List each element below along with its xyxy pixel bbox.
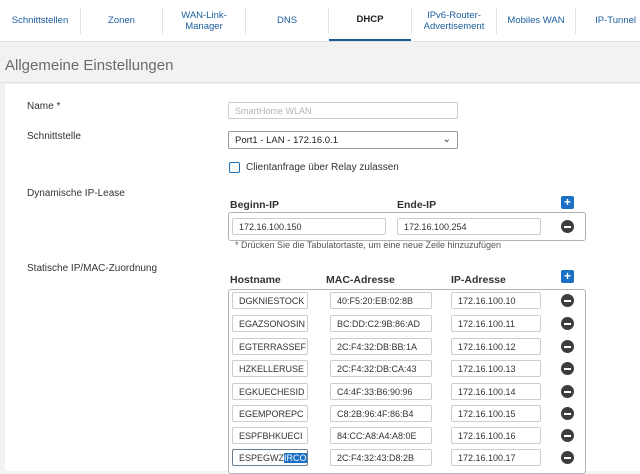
ip-input[interactable]: 172.16.100.12 [451, 338, 541, 355]
section-title: Allgemeine Einstellungen [5, 57, 174, 74]
tab-label: IP-Tunnel [595, 15, 636, 26]
tab-label: DHCP [356, 14, 384, 25]
tab-schnittstellen[interactable]: Schnittstellen [0, 0, 80, 41]
ip-input[interactable]: 172.16.100.14 [451, 383, 541, 400]
interface-select[interactable]: Port1 - LAN - 172.16.0.1 ⌄ [228, 131, 458, 149]
minus-circle-icon[interactable] [561, 220, 574, 233]
minus-circle-icon[interactable] [561, 362, 574, 375]
minus-circle-icon[interactable] [561, 317, 574, 330]
mac-input[interactable]: 84:CC:A8:A4:A8:0E [330, 427, 432, 444]
lease-label: Dynamische IP-Lease [27, 188, 125, 199]
mac-input[interactable]: 2C:F4:32:DB:CA:43 [330, 360, 432, 377]
tab-label: DNS [276, 15, 298, 26]
lease-end-input[interactable]: 172.16.100.254 [397, 218, 541, 235]
ip-input[interactable]: 172.16.100.16 [451, 427, 541, 444]
mac-input[interactable]: 40:F5:20:EB:02:8B [330, 292, 432, 309]
relay-checkbox[interactable] [229, 162, 240, 173]
section-divider [0, 82, 640, 83]
lease-hint: * Drücken Sie die Tabulatortaste, um ein… [235, 240, 502, 250]
minus-circle-icon[interactable] [561, 407, 574, 420]
hostname-input[interactable]: ESPFBHKUECI [232, 427, 308, 444]
tab-zonen[interactable]: Zonen [81, 0, 162, 41]
tab-bar: Schnittstellen Zonen WAN-Link- Manager D… [0, 0, 640, 42]
minus-circle-icon[interactable] [561, 451, 574, 464]
hostname-input[interactable]: EGAZSONOSIN [232, 315, 308, 332]
mac-header: MAC-Adresse [326, 274, 395, 286]
plus-icon[interactable]: + [561, 270, 574, 283]
plus-icon[interactable]: + [561, 196, 574, 209]
tab-dhcp[interactable]: DHCP [329, 0, 411, 41]
tab-dns[interactable]: DNS [246, 0, 328, 41]
tab-ipv6-router-advertisement[interactable]: IPv6-Router- Advertisement [412, 0, 496, 41]
ip-input[interactable]: 172.16.100.13 [451, 360, 541, 377]
hostname-input[interactable]: EGTERRASSEF [232, 338, 308, 355]
selected-text: IRCO [284, 453, 307, 463]
mac-input[interactable]: C8:2B:96:4F:86:B4 [330, 405, 432, 422]
hostname-input[interactable]: ESPEGWZIRCO [232, 449, 308, 466]
interface-label: Schnittstelle [27, 131, 81, 142]
hostname-text: ESPEGWZ [239, 453, 285, 463]
tab-wan-link-manager[interactable]: WAN-Link- Manager [163, 0, 245, 41]
ip-input[interactable]: 172.16.100.15 [451, 405, 541, 422]
tab-mobiles-wan[interactable]: Mobiles WAN [497, 0, 575, 41]
name-label: Name * [27, 101, 61, 112]
hostname-input[interactable]: EGKUECHESID [232, 383, 308, 400]
tab-label: Schnittstellen [11, 15, 69, 26]
mac-input[interactable]: BC:DD:C2:9B:86:AD [330, 315, 432, 332]
tab-label: Mobiles WAN [507, 15, 565, 26]
lease-start-header: Beginn-IP [230, 199, 279, 211]
minus-circle-icon[interactable] [561, 385, 574, 398]
hostname-header: Hostname [230, 274, 281, 286]
tab-ip-tunnel[interactable]: IP-Tunnel [576, 0, 640, 41]
ip-input[interactable]: 172.16.100.11 [451, 315, 541, 332]
ip-input[interactable]: 172.16.100.10 [451, 292, 541, 309]
ip-input[interactable]: 172.16.100.17 [451, 449, 541, 466]
mac-input[interactable]: 2C:F4:32:DB:BB:1A [330, 338, 432, 355]
hostname-input[interactable]: EGEMPOREPC [232, 405, 308, 422]
tab-label: IPv6-Router- Advertisement [423, 9, 485, 32]
mac-input[interactable]: 2C:F4:32:43:D8:2B [330, 449, 432, 466]
hostname-input[interactable]: HZKELLERUSE [232, 360, 308, 377]
lease-end-header: Ende-IP [397, 199, 437, 211]
minus-circle-icon[interactable] [561, 294, 574, 307]
ip-header: IP-Adresse [451, 274, 506, 286]
lease-start-input[interactable]: 172.16.100.150 [232, 218, 386, 235]
chevron-down-icon: ⌄ [442, 134, 451, 145]
tab-label: Zonen [108, 15, 135, 26]
mac-input[interactable]: C4:4F:33:B6:90:96 [330, 383, 432, 400]
minus-circle-icon[interactable] [561, 340, 574, 353]
tab-label: WAN-Link- Manager [181, 9, 227, 32]
static-mapping-label: Statische IP/MAC-Zuordnung [27, 263, 158, 274]
interface-value: Port1 - LAN - 172.16.0.1 [235, 135, 338, 146]
minus-circle-icon[interactable] [561, 429, 574, 442]
hostname-input[interactable]: DGKNIESTOCK [232, 292, 308, 309]
name-input[interactable]: SmartHome WLAN [228, 102, 458, 119]
relay-checkbox-label: Clientanfrage über Relay zulassen [246, 162, 399, 173]
